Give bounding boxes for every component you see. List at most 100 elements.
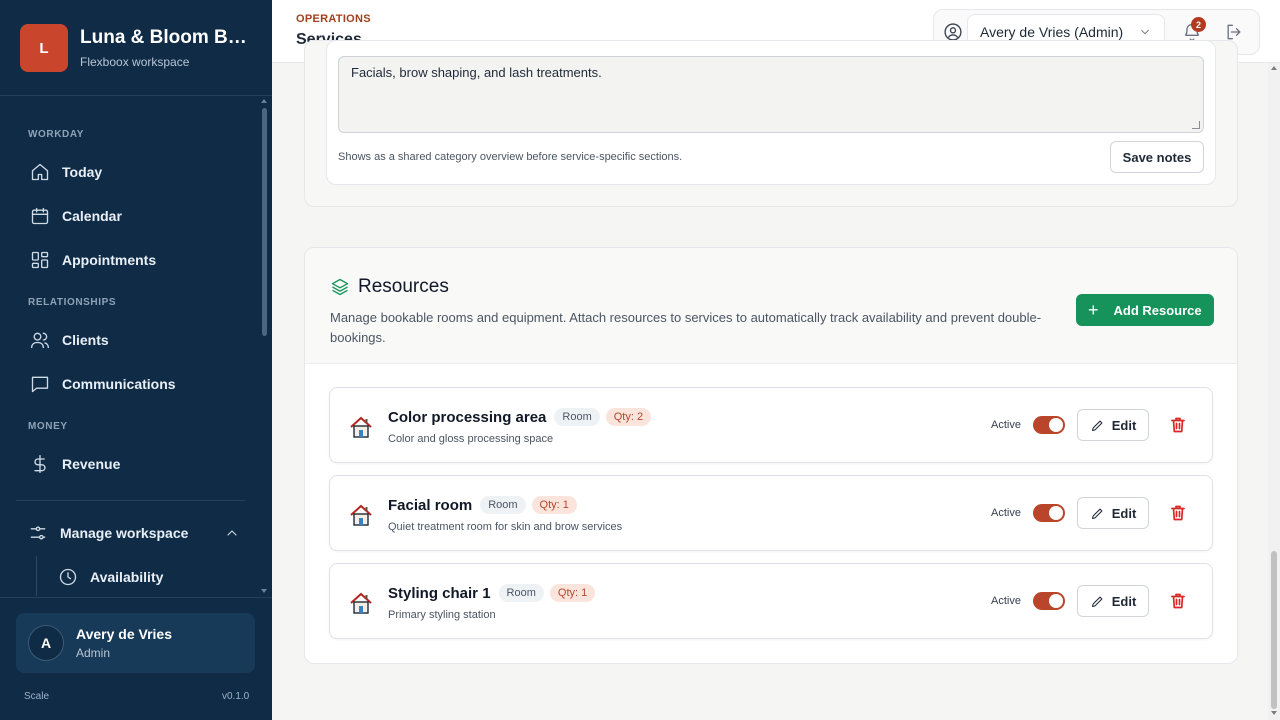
home-icon	[31, 163, 49, 181]
notes-textarea[interactable]: Facials, brow shaping, and lash treatmen…	[338, 56, 1204, 133]
trash-icon[interactable]	[1171, 505, 1185, 521]
sidebar-scroll-down[interactable]	[261, 589, 267, 593]
edit-label: Edit	[1111, 505, 1137, 521]
resource-name: Facial room Room Qty: 1	[388, 496, 577, 514]
nav-label: Clients	[62, 332, 109, 348]
nav-item-today[interactable]: Today	[30, 160, 102, 184]
nav-item-availability[interactable]: Availability	[58, 565, 163, 589]
workspace-name: Flexboox workspace	[80, 55, 190, 69]
plus-icon: +	[1088, 300, 1099, 320]
layers-icon	[331, 278, 349, 296]
resource-name-text: Color processing area	[388, 408, 547, 426]
active-toggle[interactable]	[1033, 416, 1065, 434]
nav-item-calendar[interactable]: Calendar	[30, 204, 122, 228]
active-label: Active	[991, 595, 1021, 607]
edit-button[interactable]: Edit	[1077, 585, 1149, 617]
nav-label: Availability	[90, 569, 164, 585]
nav-label: Calendar	[62, 208, 122, 224]
house-icon	[350, 504, 372, 526]
nav-item-revenue[interactable]: Revenue	[30, 452, 120, 476]
section-label-workday: WORKDAY	[28, 129, 85, 140]
resources-header: Resources Manage bookable rooms and equi…	[305, 248, 1237, 364]
brand-name: Luna & Bloom Beauty	[80, 27, 250, 48]
sliders-icon	[30, 526, 46, 540]
resource-type-badge: Room	[498, 584, 544, 602]
user-role: Admin	[76, 646, 111, 660]
section-label-money: MONEY	[28, 421, 68, 432]
resource-row: Styling chair 1 Room Qty: 1 Primary styl…	[329, 563, 1213, 639]
chevron-down-icon	[1141, 29, 1149, 35]
resource-description: Color and gloss processing space	[388, 433, 554, 445]
resources-title: Resources	[358, 276, 449, 297]
scroll-down-arrow[interactable]	[1271, 711, 1277, 715]
brand[interactable]: L Luna & Bloom Beauty Flexboox workspace	[20, 24, 250, 72]
active-toggle[interactable]	[1033, 592, 1065, 610]
pencil-icon	[1091, 420, 1103, 431]
resource-row: Color processing area Room Qty: 2 Color …	[329, 387, 1213, 463]
add-resource-label: Add Resource	[1113, 302, 1202, 318]
resource-type-badge: Room	[554, 408, 600, 426]
divider	[16, 500, 245, 501]
trash-icon[interactable]	[1171, 417, 1185, 433]
resource-name: Color processing area Room Qty: 2	[388, 408, 652, 426]
resources-description: Manage bookable rooms and equipment. Att…	[330, 310, 1042, 345]
pencil-icon	[1091, 508, 1103, 519]
resize-handle[interactable]	[1192, 121, 1200, 129]
sidebar: L Luna & Bloom Beauty Flexboox workspace…	[0, 0, 272, 720]
nav-item-communications[interactable]: Communications	[30, 372, 176, 396]
user-card[interactable]: A Avery de Vries Admin	[16, 613, 255, 673]
calendar-icon	[31, 207, 49, 225]
resource-name: Styling chair 1 Room Qty: 1	[388, 584, 596, 602]
nav-label: Appointments	[62, 252, 157, 268]
scroll-up-arrow[interactable]	[1271, 66, 1277, 70]
dollar-icon	[34, 455, 46, 473]
resource-description: Primary styling station	[388, 609, 496, 621]
sidebar-scroll-up[interactable]	[261, 99, 267, 103]
nav-item-appointments[interactable]: Appointments	[30, 248, 156, 272]
house-icon	[350, 416, 372, 438]
resource-description: Quiet treatment room for skin and brow s…	[388, 521, 623, 533]
user-circle-icon	[944, 23, 962, 41]
house-icon	[350, 592, 372, 614]
logout-icon[interactable]	[1224, 22, 1244, 42]
notification-badge: 2	[1191, 17, 1206, 32]
sidebar-scrollbar[interactable]	[262, 108, 267, 336]
resource-type-badge: Room	[480, 496, 526, 514]
chevron-up-icon	[227, 530, 237, 536]
edit-label: Edit	[1111, 417, 1137, 433]
manage-workspace-toggle[interactable]: Manage workspace	[28, 521, 240, 545]
user-select-value: Avery de Vries (Admin)	[980, 24, 1124, 40]
edit-button[interactable]: Edit	[1077, 409, 1149, 441]
scrollbar-thumb[interactable]	[1271, 551, 1277, 709]
resource-name-text: Styling chair 1	[388, 584, 491, 602]
user-name: Avery de Vries	[76, 626, 172, 642]
active-toggle[interactable]	[1033, 504, 1065, 522]
notes-text: Facials, brow shaping, and lash treatmen…	[351, 65, 602, 80]
trash-icon[interactable]	[1171, 593, 1185, 609]
edit-label: Edit	[1111, 593, 1137, 609]
edit-button[interactable]: Edit	[1077, 497, 1149, 529]
manage-workspace-label: Manage workspace	[60, 525, 189, 541]
divider	[0, 95, 272, 96]
section-label-relationships: RELATIONSHIPS	[28, 297, 117, 308]
nav-item-clients[interactable]: Clients	[30, 328, 109, 352]
divider	[0, 597, 272, 598]
nav-label: Today	[62, 164, 103, 180]
clock-icon	[59, 568, 77, 586]
users-icon	[31, 332, 49, 349]
save-notes-button[interactable]: Save notes	[1110, 141, 1204, 173]
resource-qty-badge: Qty: 2	[605, 408, 652, 426]
brand-logo: L	[20, 24, 68, 72]
grid-icon	[31, 251, 49, 269]
plan-label: Scale	[24, 691, 50, 702]
version-label: v0.1.0	[222, 691, 250, 702]
notes-help-text: Shows as a shared category overview befo…	[338, 151, 683, 163]
pencil-icon	[1091, 596, 1103, 607]
active-label: Active	[991, 419, 1021, 431]
message-icon	[31, 376, 49, 393]
resource-name-text: Facial room	[388, 496, 473, 514]
resource-qty-badge: Qty: 1	[531, 496, 577, 514]
main-scrollbar[interactable]	[1268, 63, 1280, 720]
nav-label: Revenue	[62, 456, 121, 472]
add-resource-button[interactable]: + Add Resource	[1076, 294, 1214, 326]
